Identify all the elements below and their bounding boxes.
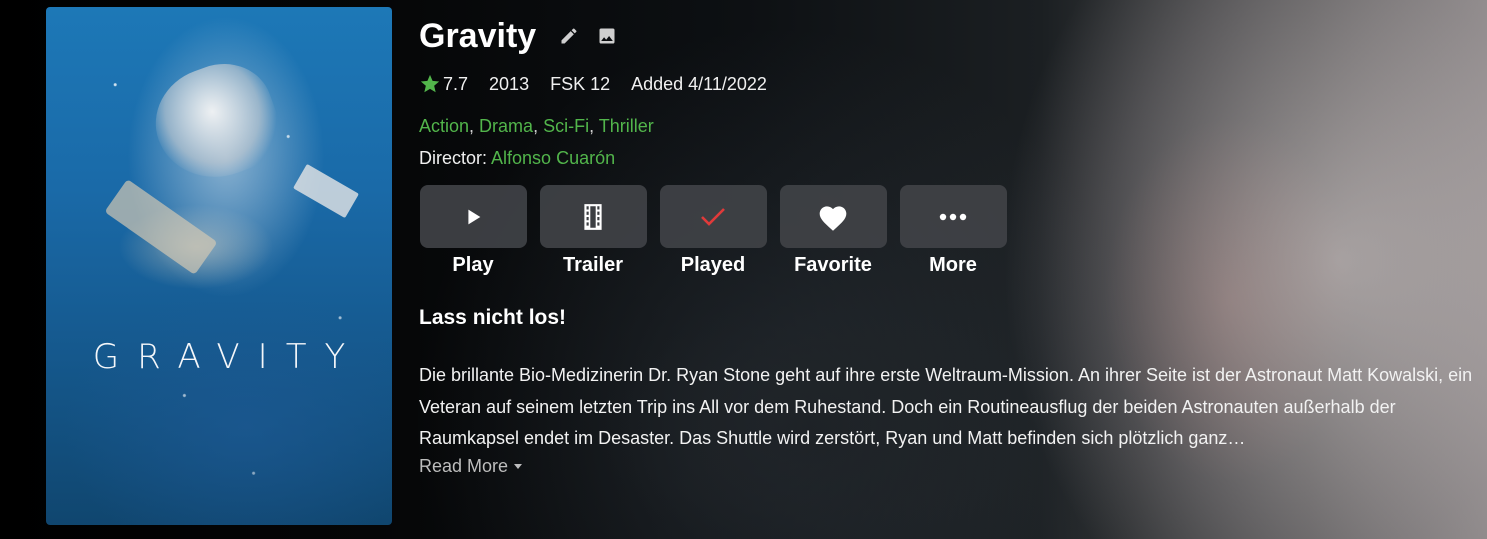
title-row: Gravity xyxy=(419,14,1479,58)
date-added: Added 4/11/2022 xyxy=(631,73,767,94)
more-button[interactable]: More xyxy=(899,185,1007,277)
details-page: GRAVITY Gravity 7.7 2013 FSK 12 Added 4/… xyxy=(0,0,1487,539)
overview-text: Die brillante Bio-Medizinerin Dr. Ryan S… xyxy=(419,365,1473,448)
play-button[interactable]: Play xyxy=(419,185,527,277)
favorite-button[interactable]: Favorite xyxy=(779,185,887,277)
genre-link-scifi[interactable]: Sci-Fi xyxy=(543,116,589,136)
played-button[interactable]: Played xyxy=(659,185,767,277)
poster-image[interactable]: GRAVITY xyxy=(46,7,392,525)
play-label: Play xyxy=(452,254,494,276)
play-icon xyxy=(468,209,481,224)
favorite-button-tile[interactable] xyxy=(779,185,887,248)
edit-icon[interactable] xyxy=(558,25,580,47)
genre-link-thriller[interactable]: Thriller xyxy=(599,116,654,136)
poster-title-text: GRAVITY xyxy=(92,337,364,377)
read-more-button[interactable]: Read More xyxy=(419,456,523,477)
director-row: Director: Alfonso Cuarón xyxy=(419,148,1479,170)
year: 2013 xyxy=(489,73,530,94)
genre-link-drama[interactable]: Drama xyxy=(479,116,533,136)
tagline: Lass nicht los! xyxy=(419,306,567,329)
rating-value: 7.7 xyxy=(443,73,469,94)
star-icon xyxy=(420,74,440,93)
more-icon xyxy=(939,213,967,220)
more-button-tile[interactable] xyxy=(899,185,1007,248)
trailer-button-tile[interactable] xyxy=(539,185,647,248)
official-rating: FSK 12 xyxy=(550,73,611,94)
item-details: Gravity 7.7 2013 FSK 12 Added 4/11/2022 … xyxy=(419,14,1479,477)
trailer-button[interactable]: Trailer xyxy=(539,185,647,277)
caret-down-icon xyxy=(514,464,523,469)
item-title: Gravity xyxy=(419,16,537,55)
heart-icon xyxy=(819,205,847,231)
check-icon xyxy=(701,207,725,226)
community-rating: 7.7 xyxy=(419,73,468,95)
more-label: More xyxy=(929,254,977,276)
played-button-tile[interactable] xyxy=(659,185,767,248)
action-buttons: Play Trailer Played Favorite More xyxy=(419,185,1479,277)
film-icon xyxy=(584,203,602,230)
read-more-label: Read More xyxy=(419,456,509,476)
image-icon[interactable] xyxy=(596,25,618,47)
genre-link-action[interactable]: Action xyxy=(419,116,469,136)
director-label: Director: xyxy=(419,148,488,168)
genres: Action, Drama, Sci-Fi, Thriller xyxy=(419,116,654,136)
director-link[interactable]: Alfonso Cuarón xyxy=(491,148,615,168)
played-label: Played xyxy=(680,254,746,276)
meta-row: 7.7 2013 FSK 12 Added 4/11/2022 xyxy=(419,73,1479,95)
favorite-label: Favorite xyxy=(794,254,872,276)
play-button-tile[interactable] xyxy=(419,185,527,248)
trailer-label: Trailer xyxy=(562,254,624,276)
